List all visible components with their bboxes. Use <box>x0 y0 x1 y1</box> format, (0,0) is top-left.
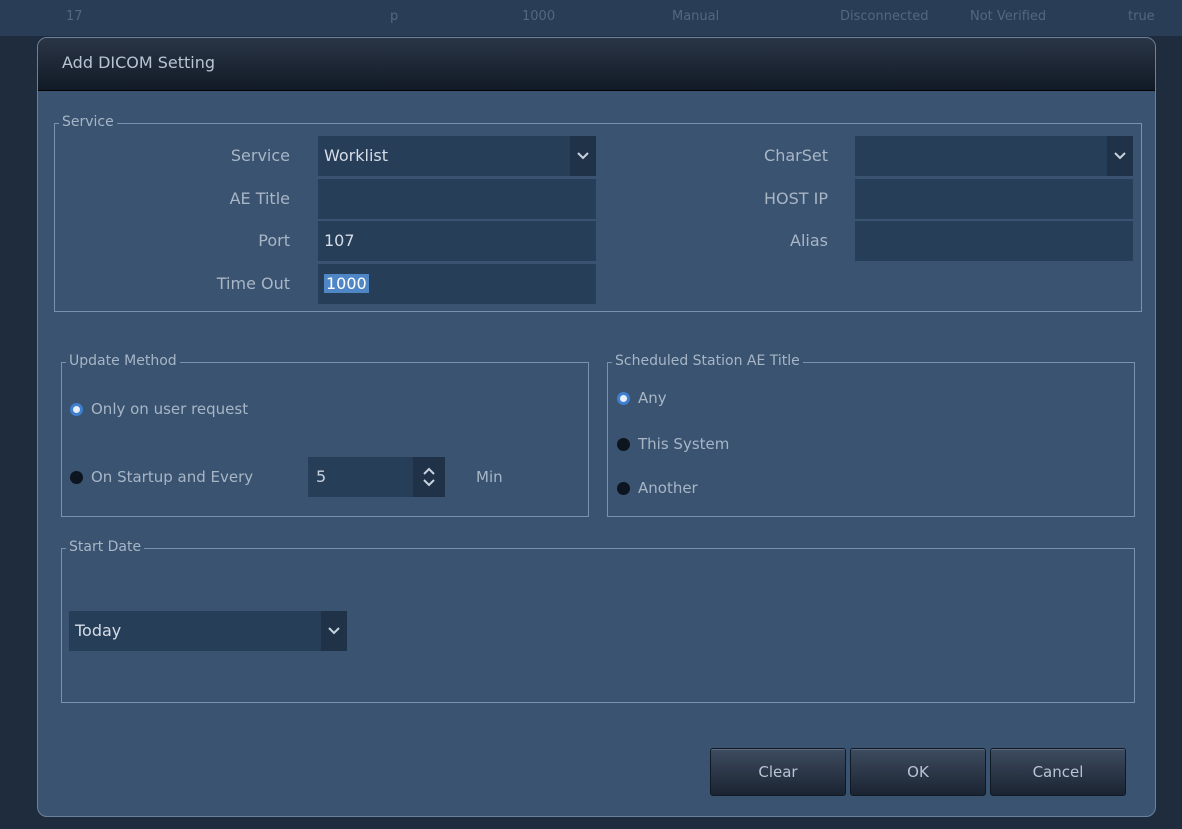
radio-on-startup-and-every[interactable]: On Startup and Every <box>71 468 253 486</box>
radio-selected-icon <box>73 405 80 413</box>
interval-unit: Min <box>476 468 503 486</box>
chevron-down-icon[interactable] <box>421 477 437 489</box>
timeout-label: Time Out <box>216 274 290 293</box>
start-date-legend: Start Date <box>66 539 145 555</box>
host-ip-input[interactable] <box>855 179 1133 219</box>
stepper-buttons[interactable] <box>413 457 445 497</box>
bg-cell-verified: Not Verified <box>970 9 1047 24</box>
charset-label: CharSet <box>764 146 828 165</box>
alias-input[interactable] <box>855 221 1133 261</box>
start-date-dropdown[interactable]: Today <box>69 611 347 651</box>
radio-on-startup-label: On Startup and Every <box>91 468 254 486</box>
background-table-row: 17 p 1000 Manual Disconnected Not Verifi… <box>0 0 1182 36</box>
radio-any-label: Any <box>638 389 667 407</box>
bg-cell-timeout: 1000 <box>522 9 556 24</box>
charset-dropdown[interactable] <box>855 136 1133 176</box>
interval-value: 5 <box>316 467 327 486</box>
chevron-down-icon[interactable] <box>1107 136 1133 176</box>
chevron-up-icon[interactable] <box>421 465 437 477</box>
radio-this-system-label: This System <box>638 435 730 453</box>
service-group-legend: Service <box>59 114 117 130</box>
radio-any[interactable]: Any <box>618 389 667 407</box>
service-dropdown[interactable]: Worklist <box>318 136 596 176</box>
dialog-titlebar: Add DICOM Setting <box>38 38 1155 91</box>
radio-unselected-icon <box>618 482 629 494</box>
service-dropdown-value: Worklist <box>324 146 389 165</box>
service-label: Service <box>230 146 290 165</box>
alias-label: Alias <box>790 231 828 250</box>
radio-only-on-user-request[interactable]: Only on user request <box>71 400 248 418</box>
host-ip-label: HOST IP <box>763 189 828 208</box>
cancel-button[interactable]: Cancel <box>990 748 1126 796</box>
port-label: Port <box>258 231 290 250</box>
ae-title-input[interactable] <box>318 179 596 219</box>
chevron-down-icon[interactable] <box>570 136 596 176</box>
interval-stepper[interactable]: 5 <box>308 457 445 497</box>
clear-button[interactable]: Clear <box>710 748 846 796</box>
scheduled-station-legend: Scheduled Station AE Title <box>612 353 803 369</box>
bg-cell-method: Manual <box>672 9 720 24</box>
radio-unselected-icon <box>618 438 629 450</box>
radio-another[interactable]: Another <box>618 479 698 497</box>
bg-cell-status: Disconnected <box>840 9 929 24</box>
port-input[interactable]: 107 <box>318 221 596 261</box>
bg-cell-flag: true <box>1128 9 1155 24</box>
dialog-title: Add DICOM Setting <box>62 53 216 72</box>
timeout-input[interactable]: 1000 <box>318 264 596 304</box>
start-date-value: Today <box>75 621 122 640</box>
bg-cell-ae: p <box>390 9 399 24</box>
add-dicom-setting-dialog: Add DICOM Setting Service Service Workli… <box>37 37 1156 817</box>
radio-another-label: Another <box>638 479 698 497</box>
chevron-down-icon[interactable] <box>321 611 347 651</box>
ae-title-label: AE Title <box>229 189 290 208</box>
radio-only-on-user-request-label: Only on user request <box>91 400 249 418</box>
radio-selected-icon <box>620 394 627 402</box>
update-method-legend: Update Method <box>66 353 180 369</box>
radio-unselected-icon <box>71 471 82 483</box>
timeout-selected-text: 1000 <box>324 274 369 293</box>
radio-this-system[interactable]: This System <box>618 435 729 453</box>
bg-cell-id: 17 <box>66 9 83 24</box>
ok-button[interactable]: OK <box>850 748 986 796</box>
